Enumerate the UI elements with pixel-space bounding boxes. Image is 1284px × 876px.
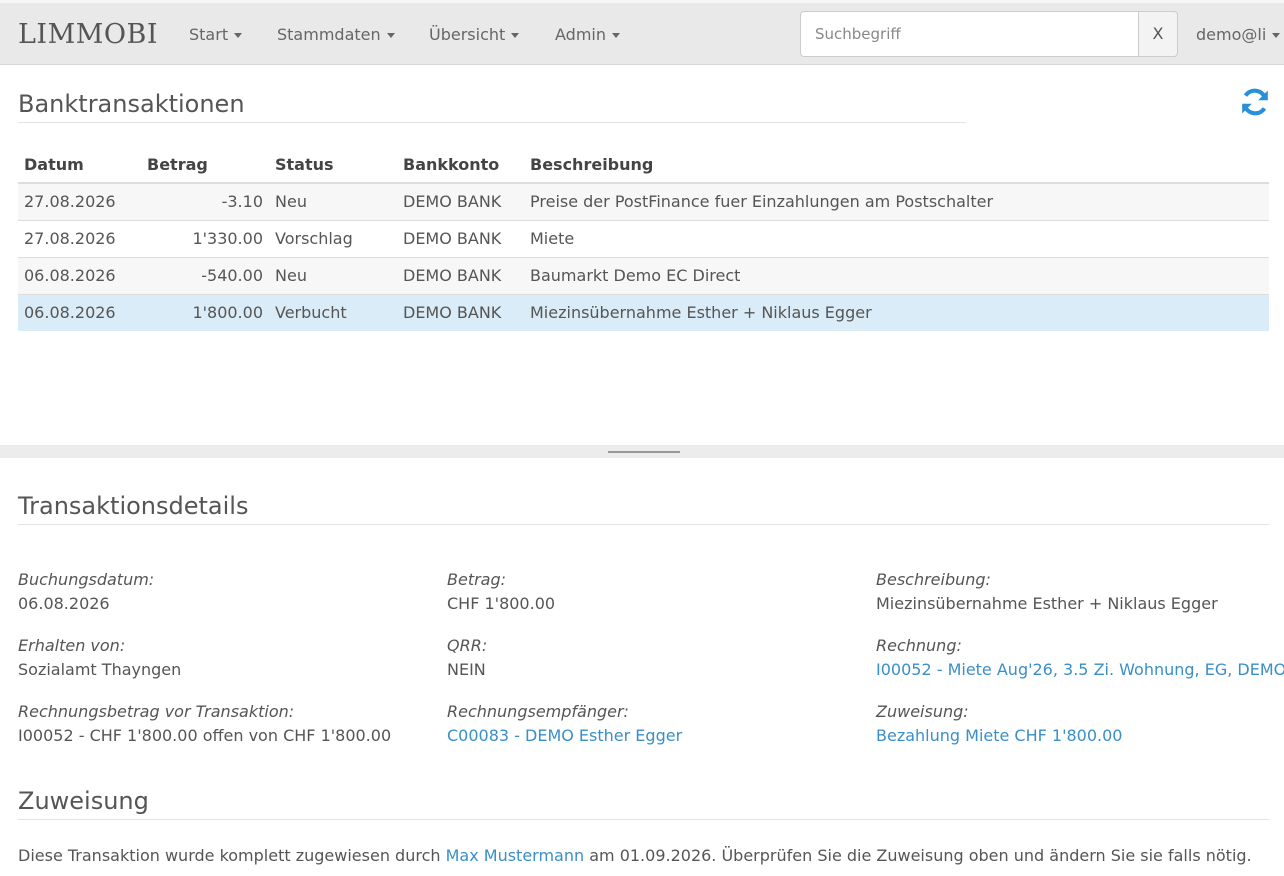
field-qrr: QRR: NEIN	[447, 636, 487, 679]
field-value: 06.08.2026	[18, 594, 110, 613]
field-amount: Betrag: CHF 1'800.00	[447, 570, 555, 613]
divider	[18, 524, 1269, 525]
assigned-by-user-link[interactable]: Max Mustermann	[446, 846, 585, 865]
cell-status: Vorschlag	[269, 219, 397, 257]
divider	[18, 122, 966, 123]
field-label: Rechnungsbetrag vor Transaktion:	[18, 702, 295, 721]
column-header-datum[interactable]: Datum	[18, 146, 141, 184]
brand-logo[interactable]: LIMMOBI	[18, 19, 158, 50]
table-header-row: Datum Betrag Status Bankkonto Beschreibu…	[18, 146, 1269, 184]
details-title: Transaktionsdetails	[18, 492, 249, 520]
caret-down-icon	[511, 33, 520, 38]
field-invoice: Rechnung: I00052 - Miete Aug'26, 3.5 Zi.…	[876, 636, 1284, 679]
field-invoice-amount: Rechnungsbetrag vor Transaktion: I00052 …	[18, 702, 391, 745]
nav-uebersicht-dropdown[interactable]: Übersicht	[429, 25, 520, 44]
table-row[interactable]: 27.08.2026 -3.10 Neu DEMO BANK Preise de…	[18, 182, 1269, 220]
cell-account: DEMO BANK	[397, 293, 524, 331]
cell-status: Verbucht	[269, 293, 397, 331]
cell-account: DEMO BANK	[397, 182, 524, 220]
cell-date: 27.08.2026	[18, 182, 141, 220]
field-booking-date: Buchungsdatum: 06.08.2026	[18, 570, 154, 613]
table-row[interactable]: 27.08.2026 1'330.00 Vorschlag DEMO BANK …	[18, 219, 1269, 257]
field-value: I00052 - CHF 1'800.00 offen von CHF 1'80…	[18, 726, 392, 745]
cell-account: DEMO BANK	[397, 219, 524, 257]
transactions-table: Datum Betrag Status Bankkonto Beschreibu…	[18, 146, 1269, 331]
field-label: Betrag:	[447, 570, 507, 589]
navbar: LIMMOBI Start Stammdaten Übersicht Admin…	[0, 0, 1284, 65]
column-header-status[interactable]: Status	[269, 146, 397, 184]
assignment-text-before: Diese Transaktion wurde komplett zugewie…	[18, 846, 446, 865]
table-row-selected[interactable]: 06.08.2026 1'800.00 Verbucht DEMO BANK M…	[18, 293, 1269, 331]
caret-down-icon	[386, 33, 395, 38]
field-label: Erhalten von:	[18, 636, 126, 655]
cell-account: DEMO BANK	[397, 256, 524, 294]
table-row[interactable]: 06.08.2026 -540.00 Neu DEMO BANK Baumark…	[18, 256, 1269, 294]
nav-admin-dropdown[interactable]: Admin	[555, 25, 620, 44]
refresh-icon[interactable]	[1239, 86, 1271, 118]
field-value: Sozialamt Thayngen	[18, 660, 182, 679]
column-header-beschreibung[interactable]: Beschreibung	[524, 146, 1269, 184]
field-label: Buchungsdatum:	[18, 570, 155, 589]
cell-status: Neu	[269, 182, 397, 220]
column-header-betrag[interactable]: Betrag	[141, 146, 269, 184]
cell-status: Neu	[269, 256, 397, 294]
assignment-text-after: am 01.09.2026. Überprüfen Sie die Zuweis…	[584, 846, 1252, 865]
nav-stammdaten-label: Stammdaten	[277, 25, 381, 44]
divider	[18, 819, 1269, 820]
cell-amount: 1'330.00	[141, 219, 269, 257]
cell-date: 06.08.2026	[18, 256, 141, 294]
field-recipient: Rechnungsempfänger: C00083 - DEMO Esther…	[447, 702, 682, 745]
field-label: Rechnungsempfänger:	[447, 702, 629, 721]
field-value: Miezinsübernahme Esther + Niklaus Egger	[876, 594, 1218, 613]
caret-down-icon	[612, 33, 620, 38]
cell-date: 27.08.2026	[18, 219, 141, 257]
nav-start-dropdown[interactable]: Start	[189, 25, 243, 44]
field-value: NEIN	[447, 660, 486, 679]
column-header-bankkonto[interactable]: Bankkonto	[397, 146, 524, 184]
nav-admin-label: Admin	[555, 25, 606, 44]
splitter-grip-handle[interactable]	[608, 451, 680, 453]
user-menu-label: demo@li	[1196, 25, 1267, 44]
transactions-title: Banktransaktionen	[18, 90, 245, 118]
search-input[interactable]	[800, 11, 1139, 57]
assignment-link[interactable]: Bezahlung Miete CHF 1'800.00	[876, 726, 1122, 745]
recipient-link[interactable]: C00083 - DEMO Esther Egger	[447, 726, 682, 745]
cell-amount: 1'800.00	[141, 293, 269, 331]
cell-date: 06.08.2026	[18, 293, 141, 331]
cell-description: Miezinsübernahme Esther + Niklaus Egger	[524, 293, 1269, 331]
nav-stammdaten-dropdown[interactable]: Stammdaten	[277, 25, 395, 44]
field-label: Rechnung:	[876, 636, 962, 655]
cell-description: Baumarkt Demo EC Direct	[524, 256, 1269, 294]
cell-amount: -540.00	[141, 256, 269, 294]
assignment-title: Zuweisung	[18, 787, 149, 815]
field-label: Beschreibung:	[876, 570, 991, 589]
caret-down-icon	[1272, 33, 1281, 38]
field-label: Zuweisung:	[876, 702, 969, 721]
assignment-info-text: Diese Transaktion wurde komplett zugewie…	[18, 846, 1252, 865]
field-received-from: Erhalten von: Sozialamt Thayngen	[18, 636, 181, 679]
cell-amount: -3.10	[141, 182, 269, 220]
field-value: CHF 1'800.00	[447, 594, 556, 613]
user-menu-dropdown[interactable]: demo@li	[1196, 25, 1281, 44]
invoice-link[interactable]: I00052 - Miete Aug'26, 3.5 Zi. Wohnung, …	[876, 660, 1284, 679]
nav-start-label: Start	[189, 25, 229, 44]
search-clear-button[interactable]: X	[1138, 11, 1178, 57]
cell-description: Preise der PostFinance fuer Einzahlungen…	[524, 182, 1269, 220]
nav-uebersicht-label: Übersicht	[429, 25, 506, 44]
field-description: Beschreibung: Miezinsübernahme Esther + …	[876, 570, 1218, 613]
cell-description: Miete	[524, 219, 1269, 257]
field-label: QRR:	[447, 636, 488, 655]
field-assignment: Zuweisung: Bezahlung Miete CHF 1'800.00	[876, 702, 1122, 745]
caret-down-icon	[234, 33, 243, 38]
